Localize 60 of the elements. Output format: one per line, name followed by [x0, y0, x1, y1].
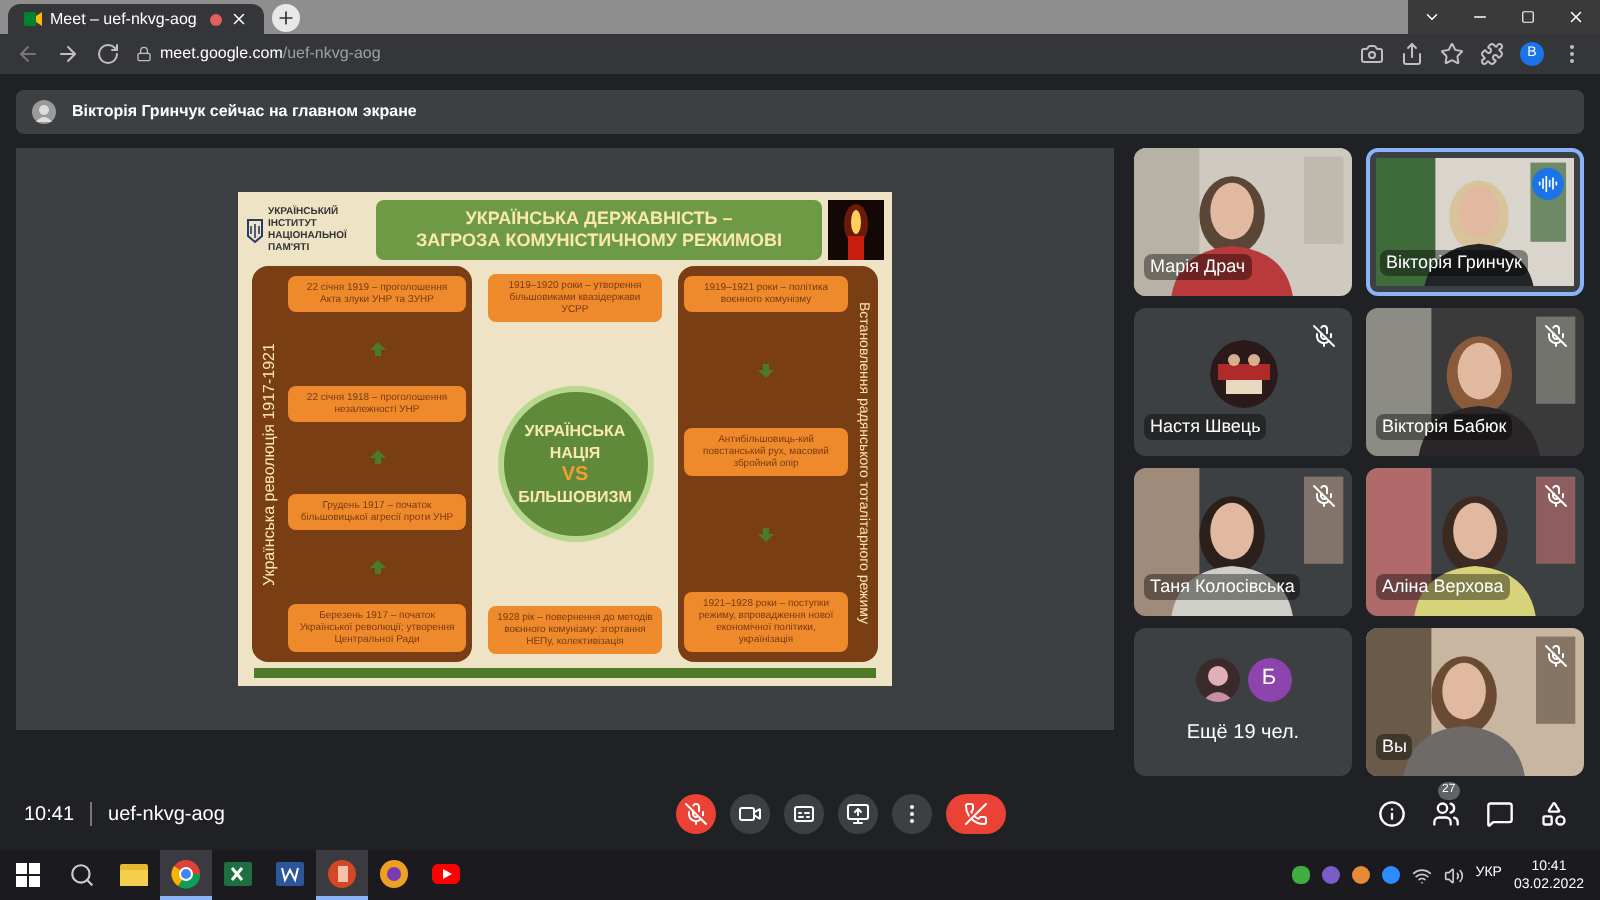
lock-icon: [136, 46, 152, 62]
meeting-code: uef-nkvg-aog: [108, 801, 225, 829]
url-text: meet.google.com/uef-nkvg-aog: [160, 42, 381, 66]
bookmark-star-icon[interactable]: [1440, 42, 1464, 66]
panel-label: Українська революція 1917-1921: [258, 340, 280, 590]
circle-text: УКРАЇНСЬКА: [524, 420, 626, 442]
forward-icon[interactable]: [56, 42, 80, 66]
participant-name: Вы: [1376, 733, 1413, 760]
people-icon[interactable]: [1432, 800, 1460, 828]
circle-text: НАЦІЯ: [549, 442, 601, 464]
presenter-avatar-icon: [32, 100, 56, 124]
presentation-app-icon[interactable]: [316, 850, 368, 900]
participant-name: Вікторія Бабюк: [1376, 413, 1513, 440]
banner-text: Вікторія Гринчук сейчас на главном экране: [72, 100, 417, 124]
captions-button[interactable]: [783, 794, 823, 834]
arrow-icon: [369, 341, 385, 356]
chat-icon[interactable]: [1486, 800, 1514, 828]
camera-icon[interactable]: [1360, 42, 1384, 66]
circle-text: VS: [561, 464, 589, 486]
more-participants-label[interactable]: Ещё 19 чел.: [1186, 717, 1300, 747]
leave-call-button[interactable]: [945, 794, 1005, 834]
captions-icon: [791, 802, 815, 826]
more-options-button[interactable]: [891, 794, 931, 834]
circle-text: БІЛЬШОВИЗМ: [518, 486, 632, 508]
back-icon[interactable]: [16, 42, 40, 66]
meet-icon: [24, 10, 42, 28]
share-icon[interactable]: [1400, 42, 1424, 66]
slide-title: ЗАГРОЗА КОМУНІСТИЧНОМУ РЕЖИМОВІ: [415, 230, 783, 252]
tab-title: Meet – uef-nkvg-aog: [50, 7, 199, 31]
address-bar[interactable]: meet.google.com/uef-nkvg-aog: [136, 38, 1344, 70]
mic-off-icon: [683, 802, 707, 826]
arrow-icon: [758, 363, 774, 377]
phone-icon: [963, 802, 987, 826]
info-icon[interactable]: [1378, 800, 1406, 828]
arrow-icon: [369, 450, 385, 465]
arrow-icon: [758, 527, 774, 541]
slide-title: УКРАЇНСЬКА ДЕРЖАВНІСТЬ –: [465, 208, 733, 230]
volume-icon[interactable]: [1443, 865, 1464, 885]
activities-icon[interactable]: [1540, 800, 1568, 828]
camera-icon: [737, 802, 761, 826]
participant-name: Марія Драч: [1144, 253, 1252, 280]
reload-icon[interactable]: [96, 42, 120, 66]
recording-icon: [210, 13, 222, 25]
extensions-icon[interactable]: [1480, 42, 1504, 66]
microphone-button[interactable]: [675, 794, 715, 834]
new-tab-icon[interactable]: [272, 4, 300, 32]
present-screen-icon: [845, 802, 869, 826]
meeting-time: 10:41: [24, 801, 75, 829]
browser-tab[interactable]: Meet – uef-nkvg-aog: [8, 4, 264, 34]
participant-name: Настя Швець: [1144, 413, 1267, 440]
browser-icon[interactable]: [160, 850, 212, 900]
arrow-icon: [369, 560, 385, 575]
avatar-letter: Б: [1247, 657, 1291, 701]
network-icon[interactable]: [1411, 865, 1432, 885]
present-button[interactable]: [837, 794, 877, 834]
participant-name: Аліна Верхова: [1376, 573, 1510, 600]
emblem-icon: [246, 217, 264, 243]
close-icon[interactable]: [230, 10, 248, 28]
participant-name: Вікторія Гринчук: [1380, 249, 1528, 276]
camera-button[interactable]: [729, 794, 769, 834]
